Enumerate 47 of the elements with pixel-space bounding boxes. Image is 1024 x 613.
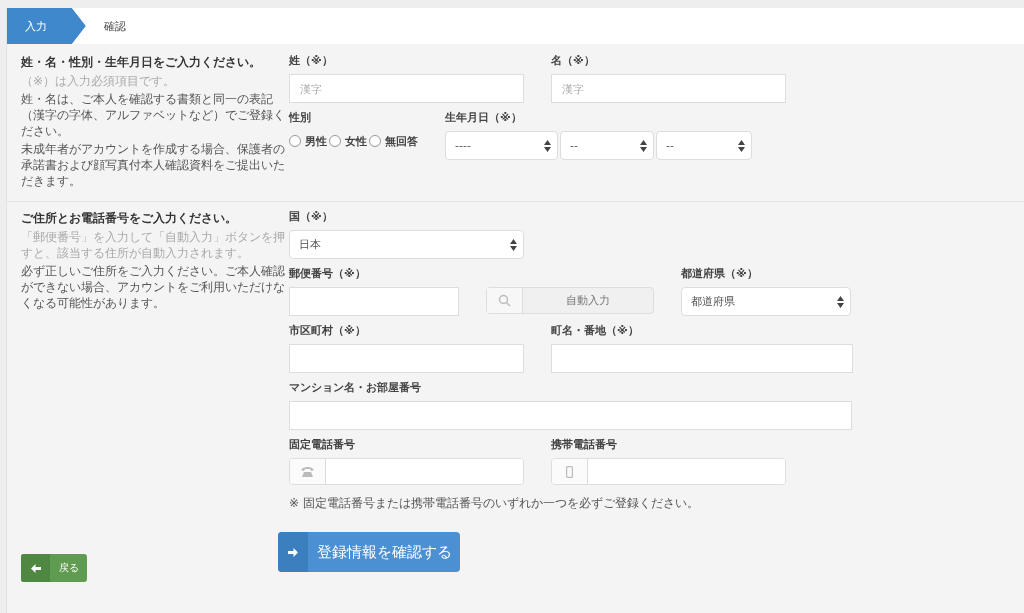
field-label: 名（※） [551, 54, 596, 68]
text-field[interactable] [551, 344, 853, 373]
select-field[interactable]: 都道府県 [681, 287, 851, 316]
select-field[interactable]: ---- [445, 131, 558, 160]
field-label: 性別 [289, 111, 312, 125]
field-label: 郵便番号（※） [289, 267, 367, 281]
text-field[interactable] [289, 344, 524, 373]
phone-field[interactable] [551, 458, 786, 485]
text-field[interactable] [289, 287, 459, 316]
radio-option[interactable]: 無回答 [369, 133, 418, 149]
select-field[interactable]: -- [560, 131, 654, 160]
field-label: 市区町村（※） [289, 324, 367, 338]
select-field[interactable]: 日本 [289, 230, 524, 259]
updown-arrow-icon [510, 238, 517, 251]
section-title: ご住所とお電話番号をご入力ください。 [21, 210, 238, 226]
section-note: （※）は入力必須項目です。 [21, 73, 177, 89]
section-note: 必ず正しいご住所をご入力ください。ご本人確認ができない場合、アカウントをご利用いただけなくなる可能性があります。 [21, 263, 286, 311]
section-note: 「郵便番号」を入力して「自動入力」ボタンを押すと、該当する住所が自動入力されます。 [21, 229, 286, 261]
updown-arrow-icon [640, 139, 647, 152]
text-field[interactable]: 漢字 [289, 74, 524, 103]
search-icon [498, 294, 511, 307]
telephone-icon [301, 466, 314, 477]
field-label: 固定電話番号 [289, 438, 356, 452]
updown-arrow-icon [837, 295, 844, 308]
updown-arrow-icon [738, 139, 745, 152]
radio-option[interactable]: 女性 [329, 133, 367, 149]
phone-field[interactable] [289, 458, 524, 485]
field-label: 生年月日（※） [445, 111, 523, 125]
field-label: 都道府県（※） [681, 267, 759, 281]
left-arrow-icon [30, 563, 41, 573]
field-label: 町名・番地（※） [551, 324, 640, 338]
autofill-button[interactable]: 自動入力 [486, 287, 654, 314]
field-label: 姓（※） [289, 54, 334, 68]
footnote: ※ 固定電話番号または携帯電話番号のいずれか一つを必ずご登録ください。 [289, 495, 700, 512]
text-field[interactable]: 漢字 [551, 74, 786, 103]
updown-arrow-icon [544, 139, 551, 152]
text-field[interactable] [289, 401, 852, 430]
section-note: 未成年者がアカウントを作成する場合、保護者の承諾書および顔写真付本人確認資料をご提出いただきます。 [21, 141, 286, 189]
field-label: 国（※） [289, 210, 334, 224]
right-arrow-icon [288, 547, 298, 557]
mobile-phone-icon [566, 465, 573, 478]
section-note: 姓・名は、ご本人を確認する書類と同一の表記（漢字の字体、アルファベットなど）でご登録ください。 [21, 91, 286, 139]
radio-option[interactable]: 男性 [289, 133, 327, 149]
field-label: 携帯電話番号 [551, 438, 618, 452]
field-label: マンション名・お部屋番号 [289, 381, 422, 395]
select-field[interactable]: -- [656, 131, 752, 160]
section-title: 姓・名・性別・生年月日をご入力ください。 [21, 54, 262, 70]
